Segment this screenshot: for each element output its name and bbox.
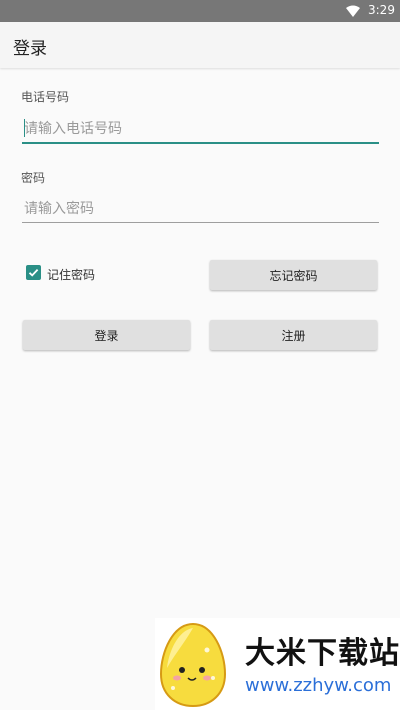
wifi-icon	[346, 5, 360, 17]
status-time: 3:29	[368, 3, 395, 17]
egg-mascot-logo	[159, 622, 227, 708]
text-cursor	[24, 119, 25, 137]
phone-label: 电话号码	[21, 90, 70, 104]
password-label: 密码	[21, 171, 46, 185]
phone-input[interactable]	[22, 116, 379, 144]
app-bar: 登录	[0, 22, 400, 68]
checkbox-checked-icon[interactable]	[26, 265, 41, 280]
status-bar: 3:29	[0, 0, 400, 22]
remember-password-label: 记住密码	[47, 268, 96, 282]
page-title: 登录	[13, 39, 47, 59]
forgot-password-button[interactable]: 忘记密码	[210, 260, 377, 290]
watermark: 大米下载站 www.zzhyw.com	[155, 618, 400, 710]
register-button[interactable]: 注册	[210, 320, 377, 350]
password-input[interactable]	[22, 196, 379, 223]
watermark-url: www.zzhyw.com	[245, 675, 392, 696]
watermark-title: 大米下载站	[245, 636, 400, 671]
login-button[interactable]: 登录	[23, 320, 190, 350]
